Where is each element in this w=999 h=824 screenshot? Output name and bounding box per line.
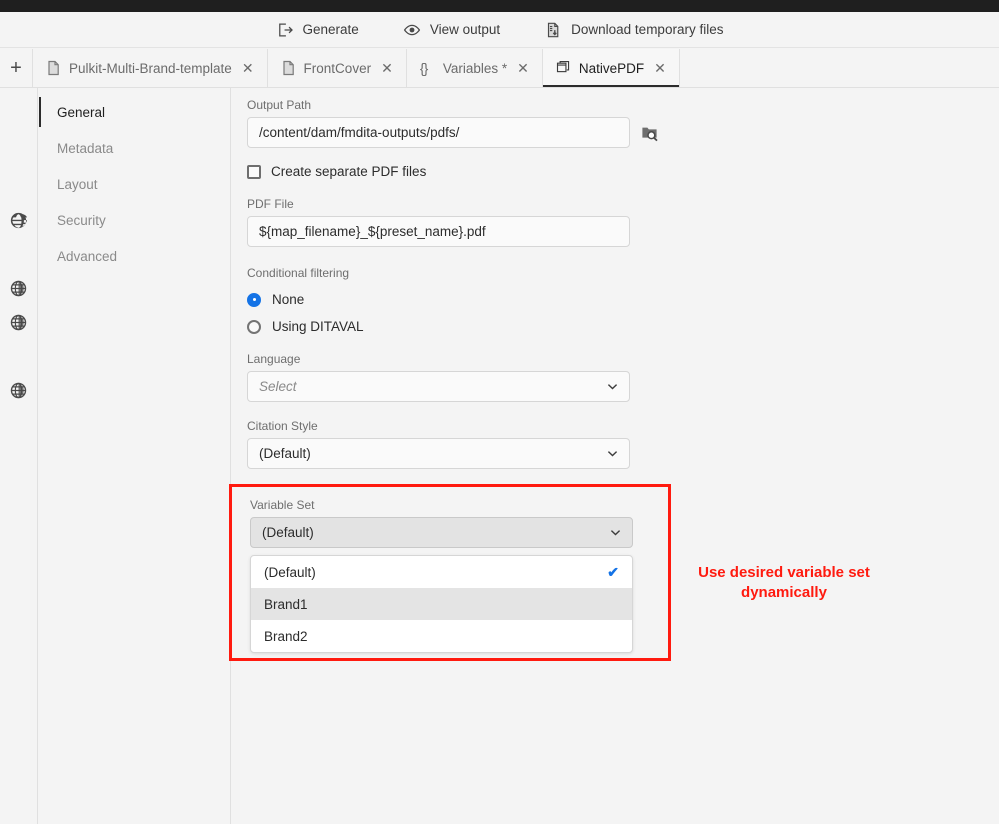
sidebar-item-general[interactable]: General (39, 94, 230, 130)
chevron-down-icon (606, 447, 619, 460)
sidebar-item-layout[interactable]: Layout (39, 166, 230, 202)
variable-set-dropdown-menu: (Default) ✔ Brand1 Brand2 (250, 555, 633, 653)
globe-icon[interactable] (10, 212, 28, 229)
radio-none-label: None (272, 292, 305, 307)
dropdown-option-default[interactable]: (Default) ✔ (251, 556, 632, 588)
dropdown-option-brand1[interactable]: Brand1 (251, 588, 632, 620)
generate-button[interactable]: Generate (272, 19, 363, 41)
editor-tab-bar: + Pulkit-Multi-Brand-template ✕ FrontCov… (0, 49, 999, 88)
language-select-value: Select (259, 379, 297, 394)
generate-export-icon (276, 21, 294, 39)
citation-style-label: Citation Style (247, 419, 318, 433)
sidebar-item-label: General (57, 104, 106, 120)
conditional-filtering-option-none[interactable]: None (247, 292, 999, 307)
create-separate-pdf-label: Create separate PDF files (271, 164, 427, 179)
conditional-filtering-label: Conditional filtering (247, 266, 350, 280)
dropdown-option-label: (Default) (264, 564, 316, 580)
variable-set-select-value: (Default) (262, 525, 314, 540)
plus-icon: + (10, 56, 22, 79)
output-path-input[interactable] (247, 117, 630, 148)
conditional-filtering-option-ditaval[interactable]: Using DITAVAL (247, 319, 999, 334)
close-icon[interactable]: ✕ (652, 61, 666, 75)
chevron-down-icon (606, 380, 619, 393)
tab-label: NativePDF (578, 60, 645, 76)
radio-none[interactable] (247, 292, 261, 307)
window-icon (556, 60, 571, 76)
language-label: Language (247, 352, 301, 366)
dropdown-option-label: Brand2 (264, 628, 308, 644)
close-icon[interactable]: ✕ (515, 61, 529, 75)
create-separate-pdf-row[interactable]: Create separate PDF files (247, 164, 999, 179)
dropdown-option-brand2[interactable]: Brand2 (251, 620, 632, 652)
tab-variables[interactable]: { } Variables * ✕ (406, 49, 543, 87)
document-icon (46, 60, 61, 76)
dropdown-option-label: Brand1 (264, 596, 308, 612)
folder-search-icon[interactable] (640, 123, 660, 143)
left-icon-rail (0, 88, 38, 824)
sidebar-item-metadata[interactable]: Metadata (39, 130, 230, 166)
radio-using-ditaval-label: Using DITAVAL (272, 319, 364, 334)
generate-label: Generate (302, 22, 359, 37)
tab-nativepdf[interactable]: NativePDF ✕ (542, 49, 680, 87)
view-output-label: View output (429, 22, 501, 37)
window-title-bar (0, 0, 999, 12)
close-icon[interactable]: ✕ (240, 61, 254, 75)
settings-nav: General Metadata Layout Security Advance… (39, 88, 231, 824)
close-icon[interactable]: ✕ (379, 61, 393, 75)
variable-set-highlight-box: Variable Set (Default) (Default) ✔ Brand… (229, 484, 671, 661)
sidebar-item-label: Layout (57, 176, 98, 192)
sidebar-item-advanced[interactable]: Advanced (39, 238, 230, 274)
output-path-row (247, 117, 999, 148)
action-toolbar: Generate View output Download temporary … (0, 12, 999, 48)
radio-using-ditaval[interactable] (247, 319, 261, 334)
pdf-file-input[interactable] (247, 216, 630, 247)
globe-icon[interactable] (10, 382, 27, 399)
tab-pulkit-multi-brand-template[interactable]: Pulkit-Multi-Brand-template ✕ (33, 49, 268, 87)
sidebar-item-security[interactable]: Security (39, 202, 230, 238)
language-select[interactable]: Select (247, 371, 630, 402)
tab-label: Variables * (442, 60, 508, 76)
globe-icon[interactable] (10, 314, 27, 331)
globe-icon[interactable] (10, 280, 27, 297)
general-settings-panel: Output Path Create separate PDF files PD… (229, 88, 999, 824)
sidebar-item-label: Advanced (57, 248, 118, 264)
annotation-text: Use desired variable set dynamically (698, 564, 870, 602)
variable-set-label: Variable Set (250, 498, 315, 512)
tab-label: FrontCover (303, 60, 372, 76)
citation-style-select-value: (Default) (259, 446, 311, 461)
citation-style-select[interactable]: (Default) (247, 438, 630, 469)
download-file-icon (544, 21, 562, 39)
eye-icon (403, 21, 421, 39)
download-temporary-files-button[interactable]: Download temporary files (540, 19, 727, 41)
chevron-down-icon (609, 526, 622, 539)
new-tab-button[interactable]: + (0, 49, 33, 87)
download-temporary-files-label: Download temporary files (571, 22, 724, 37)
tab-frontcover[interactable]: FrontCover ✕ (267, 49, 407, 87)
tab-label: Pulkit-Multi-Brand-template (69, 60, 232, 76)
sidebar-item-label: Security (57, 212, 106, 228)
document-icon (281, 60, 296, 76)
variable-set-select[interactable]: (Default) (250, 517, 633, 548)
check-icon: ✔ (607, 563, 619, 580)
output-path-label: Output Path (247, 98, 312, 112)
braces-icon: { } (419, 60, 429, 76)
create-separate-pdf-checkbox[interactable] (247, 164, 261, 179)
view-output-button[interactable]: View output (399, 19, 504, 41)
pdf-file-label: PDF File (247, 197, 294, 211)
sidebar-item-label: Metadata (57, 140, 114, 156)
